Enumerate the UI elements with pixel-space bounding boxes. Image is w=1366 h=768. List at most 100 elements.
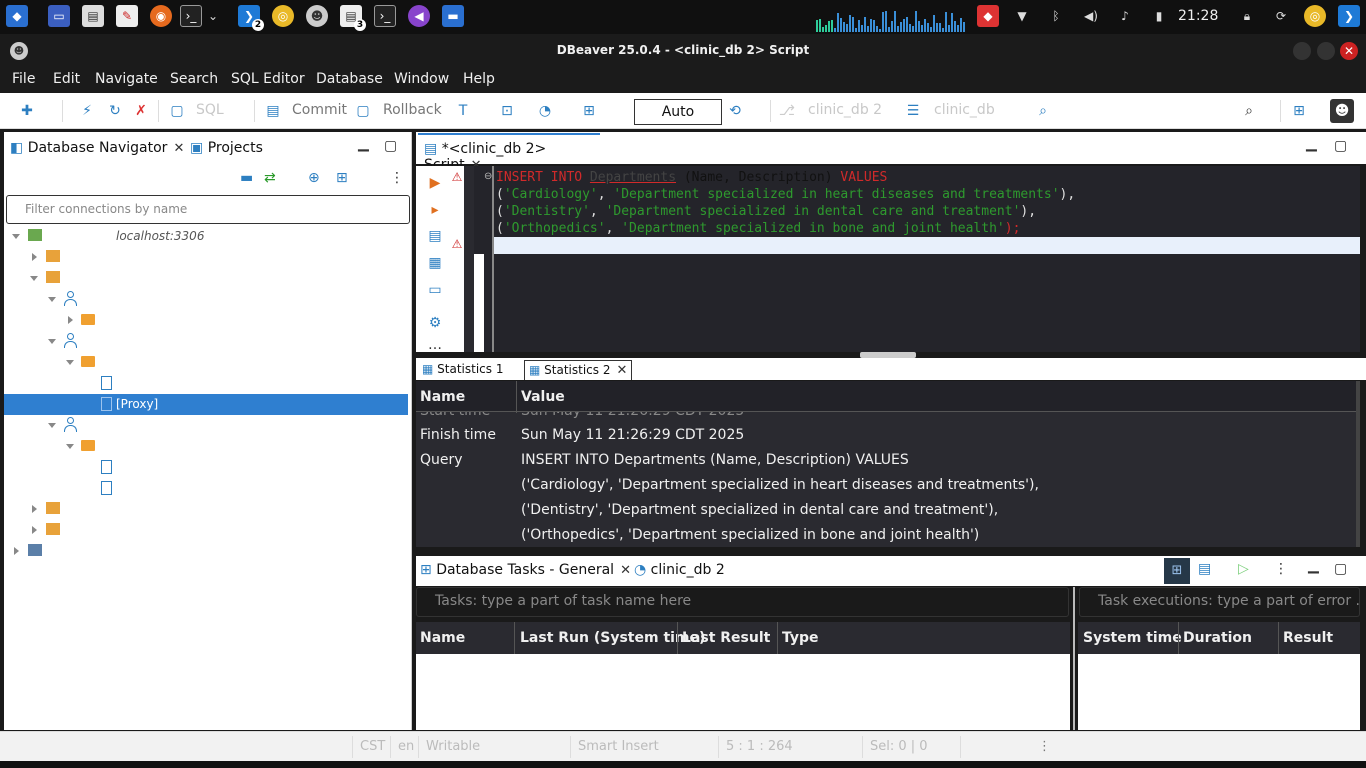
new-connection-icon[interactable]: ✚ (18, 102, 36, 120)
scrollbar[interactable] (1356, 381, 1360, 547)
fold-icon[interactable]: ⊖ (484, 171, 492, 182)
expand-icon[interactable] (48, 297, 56, 302)
tab-statistics-2[interactable]: ▦ Statistics 2 ✕ (524, 360, 633, 380)
firefox-icon[interactable]: ◉ (150, 5, 172, 27)
expand-icon[interactable] (32, 253, 37, 261)
wifi-icon[interactable]: ▼ (1011, 5, 1033, 27)
maximize-button[interactable] (1317, 42, 1335, 60)
menu-search[interactable]: Search (170, 71, 218, 87)
execute-statement-icon[interactable]: ▶ (426, 174, 444, 192)
sql-button[interactable]: SQL (196, 102, 224, 118)
chrome-icon[interactable]: ◎ (272, 5, 294, 27)
expand-icon[interactable] (66, 444, 74, 449)
menu-database[interactable]: Database (316, 71, 383, 87)
volume-icon[interactable]: ◀) (1080, 5, 1102, 27)
tree-item[interactable] (4, 499, 408, 520)
battery-icon[interactable]: ▮ (1148, 5, 1170, 27)
expand-icon[interactable] (30, 276, 38, 281)
filter-icon[interactable]: ⊞ (336, 170, 348, 186)
tree-item[interactable] (4, 373, 408, 394)
maximize-panel-button[interactable]: ▢ (1334, 138, 1347, 154)
menu-sql-editor[interactable]: SQL Editor (231, 71, 305, 87)
tab-database-tasks[interactable]: ⊞ Database Tasks - General ✕ (420, 562, 631, 578)
more-icon[interactable]: … (426, 336, 444, 354)
menu-file[interactable]: File (12, 71, 35, 87)
minimize-panel-button[interactable]: ▁ (358, 136, 369, 152)
active-schema[interactable]: clinic_db (934, 102, 995, 118)
rollback-icon[interactable]: ▢ (354, 102, 372, 120)
tree-item-user[interactable] (4, 289, 408, 310)
rollback-button[interactable]: Rollback (383, 102, 442, 118)
executions-table-body[interactable] (1078, 654, 1360, 730)
tree-item[interactable] (4, 247, 408, 268)
dbeaver-icon[interactable]: ☻ (306, 5, 328, 27)
tree-item-user[interactable] (4, 415, 408, 436)
create-task-icon[interactable]: ⊞ (1164, 558, 1190, 584)
column-header[interactable]: Name (420, 630, 465, 646)
bluetooth-icon[interactable]: ᛒ (1045, 5, 1067, 27)
tree-item-user[interactable] (4, 331, 408, 352)
connect-icon[interactable]: ⚡ (78, 102, 96, 120)
tree-item-connection[interactable] (4, 541, 408, 562)
anydesk-icon[interactable]: ◆ (977, 5, 999, 27)
commit-button[interactable]: Commit (292, 102, 347, 118)
expand-icon[interactable] (68, 316, 73, 324)
active-datasource[interactable]: clinic_db 2 (808, 102, 882, 118)
disconnect-icon[interactable]: ✗ (132, 102, 150, 120)
notification-icon[interactable]: ♪ (1114, 5, 1136, 27)
maximize-panel-button[interactable]: ▢ (384, 138, 397, 154)
expand-icon[interactable] (48, 339, 56, 344)
vscode-tray-icon[interactable]: ❯ (1338, 5, 1360, 27)
close-button[interactable]: ✕ (1340, 42, 1358, 60)
menu-window[interactable]: Window (394, 71, 449, 87)
maximize-panel-button[interactable]: ▢ (1334, 561, 1347, 577)
column-header[interactable]: Result (1283, 630, 1333, 646)
filter-connections-input[interactable]: Filter connections by name (6, 195, 410, 224)
execute-script-icon[interactable]: ▤ (426, 227, 444, 245)
terminal2-icon[interactable]: ›_ (374, 5, 396, 27)
lock-icon[interactable]: ⊡ (498, 102, 516, 120)
tree-item[interactable] (4, 520, 408, 541)
tab-sql-script[interactable]: ▤ *<clinic_db 2> Script✕ (418, 133, 600, 173)
global-search-icon[interactable]: ⌕ (1240, 102, 1258, 120)
clock[interactable]: 21:28 (1178, 8, 1218, 24)
vscode-icon[interactable]: ❯ 2 (238, 5, 264, 31)
menu-help[interactable]: Help (463, 71, 495, 87)
minimize-panel-button[interactable]: ▁ (1306, 136, 1317, 152)
kde-menu-icon[interactable]: ◆ (6, 5, 28, 27)
settings-icon[interactable]: ⚙ (426, 314, 444, 332)
dashboard-icon[interactable]: ◔ (536, 102, 554, 120)
expand-icon[interactable] (14, 547, 19, 555)
sql-editor-icon[interactable]: ▢ (168, 102, 186, 120)
commit-icon[interactable]: ▤ (264, 102, 282, 120)
transaction-mode-icon[interactable]: T (454, 102, 472, 120)
power-icon[interactable]: ⟳ (1270, 5, 1292, 27)
splitter[interactable] (1073, 587, 1075, 730)
tasks-search-input[interactable]: Tasks: type a part of task name here (416, 587, 1069, 617)
close-icon[interactable]: ✕ (173, 141, 184, 156)
database-manager-icon[interactable]: ⊞ (580, 102, 598, 120)
tree-item[interactable] (4, 352, 408, 373)
link-editor-icon[interactable]: ⇄ (264, 170, 276, 186)
tasks-table-body[interactable] (416, 654, 1070, 730)
task-executions-search-input[interactable]: Task executions: type a part of error ..… (1079, 587, 1360, 617)
output-icon[interactable]: ▭ (426, 281, 444, 299)
dbeaver-perspective-icon[interactable]: ☻ (1330, 99, 1354, 123)
tree-item-connection[interactable]: localhost:3306 (4, 226, 408, 247)
folder-icon[interactable]: ▬ (442, 5, 464, 27)
tree-item[interactable] (4, 457, 408, 478)
desktop-icon[interactable]: ▭ (48, 5, 70, 27)
close-icon[interactable]: ✕ (620, 563, 631, 578)
tree-item-proxy[interactable]: [Proxy] (4, 394, 408, 415)
chevron-down-icon[interactable]: ⌄ (206, 5, 220, 27)
close-icon[interactable]: ✕ (616, 363, 627, 378)
expand-icon[interactable] (32, 526, 37, 534)
menu-navigate[interactable]: Navigate (95, 71, 158, 87)
column-header[interactable]: Name (420, 389, 465, 405)
search-icon[interactable]: ⌕ (1034, 102, 1052, 120)
tab-statistics-1[interactable]: ▦ Statistics 1 (422, 362, 503, 376)
text-editor-icon[interactable]: ✎ (116, 5, 138, 27)
expand-icon[interactable] (12, 234, 20, 239)
transaction-mode-selector[interactable]: Auto (634, 99, 722, 125)
menu-edit[interactable]: Edit (53, 71, 80, 87)
